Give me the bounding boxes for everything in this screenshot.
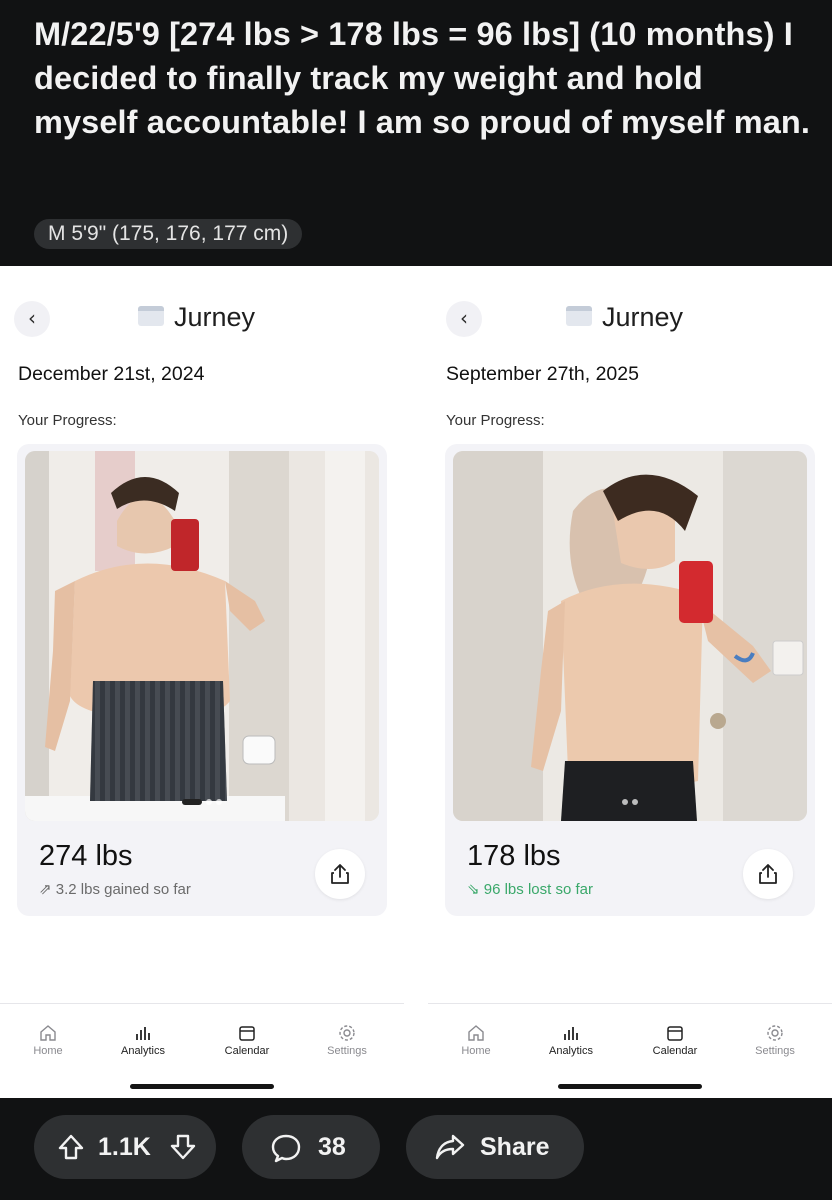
entry-date: September 27th, 2025	[446, 363, 639, 385]
progress-label: Your Progress:	[18, 412, 117, 429]
tab-bar: Home Analytics Calendar Settings	[0, 1024, 404, 1064]
share-icon	[331, 864, 349, 884]
weight-change-text: 96 lbs lost so far	[483, 881, 593, 898]
gear-icon	[767, 1025, 783, 1041]
carousel-dots[interactable]	[453, 793, 807, 811]
tab-label: Analytics	[120, 1045, 166, 1057]
tab-analytics[interactable]: Analytics	[103, 1024, 183, 1057]
share-progress-button[interactable]	[315, 849, 365, 899]
app-logo-icon	[566, 306, 592, 326]
share-button[interactable]: Share	[406, 1115, 584, 1179]
gear-icon	[339, 1025, 355, 1041]
share-label: Share	[480, 1133, 550, 1161]
tab-calendar[interactable]: Calendar	[635, 1024, 715, 1057]
tab-bar-divider	[428, 1003, 832, 1004]
downvote-icon[interactable]	[168, 1132, 198, 1162]
back-button[interactable]: ‹	[446, 301, 482, 337]
entry-date: December 21st, 2024	[18, 363, 205, 385]
post-title: M/22/5'9 [274 lbs > 178 lbs = 96 lbs] (1…	[34, 16, 810, 140]
progress-card: 274 lbs ⇗ 3.2 lbs gained so far	[17, 444, 387, 916]
analytics-icon	[564, 1027, 578, 1040]
share-icon	[759, 864, 777, 884]
weight-change: ⇘ 96 lbs lost so far	[467, 880, 593, 898]
home-icon	[40, 1025, 56, 1041]
tab-analytics[interactable]: Analytics	[531, 1024, 611, 1057]
screenshot-after: ‹ Jurney September 27th, 2025 Your Progr…	[428, 266, 832, 1098]
weight-change-text: 3.2 lbs gained so far	[55, 881, 191, 898]
share-progress-button[interactable]	[743, 849, 793, 899]
calendar-icon	[239, 1026, 255, 1041]
tab-label: Settings	[327, 1045, 367, 1057]
progress-photo[interactable]	[25, 451, 379, 821]
post-flair[interactable]: M 5'9" (175, 176, 177 cm)	[34, 219, 303, 249]
tab-settings[interactable]: Settings	[307, 1024, 387, 1057]
home-icon	[468, 1025, 484, 1041]
comment-count: 38	[318, 1133, 346, 1161]
progress-screenshots: ‹ Jurney December 21st, 2024 Your Progre…	[0, 266, 832, 1098]
tab-bar: Home Analytics Calendar Settings	[428, 1024, 832, 1064]
progress-photo[interactable]	[453, 451, 807, 821]
comments-button[interactable]: 38	[242, 1115, 380, 1179]
progress-label: Your Progress:	[446, 412, 545, 429]
app-name: Jurney	[174, 302, 256, 332]
home-indicator	[130, 1084, 274, 1089]
tab-label: Home	[461, 1045, 491, 1057]
tab-home[interactable]: Home	[436, 1024, 516, 1057]
home-indicator	[558, 1084, 702, 1089]
vote-pill: 1.1K	[34, 1115, 216, 1179]
vote-count: 1.1K	[98, 1133, 151, 1161]
tab-label: Calendar	[652, 1045, 698, 1057]
post-action-bar: 1.1K 38 Share	[0, 1098, 832, 1200]
tab-bar-divider	[0, 1003, 404, 1004]
carousel-dots[interactable]	[25, 793, 379, 811]
tab-calendar[interactable]: Calendar	[207, 1024, 287, 1057]
tab-settings[interactable]: Settings	[735, 1024, 815, 1057]
tab-label: Home	[33, 1045, 63, 1057]
analytics-icon	[136, 1027, 150, 1040]
after-photo-image	[453, 451, 807, 821]
tab-label: Analytics	[548, 1045, 594, 1057]
screenshot-before: ‹ Jurney December 21st, 2024 Your Progre…	[0, 266, 416, 1098]
back-button[interactable]: ‹	[14, 301, 50, 337]
tab-label: Settings	[755, 1045, 795, 1057]
app-name: Jurney	[602, 302, 684, 332]
before-photo-image	[25, 451, 379, 821]
weight-change: ⇗ 3.2 lbs gained so far	[39, 880, 191, 898]
tab-home[interactable]: Home	[8, 1024, 88, 1057]
comment-icon	[271, 1134, 301, 1163]
weight-value: 178 lbs	[467, 840, 561, 872]
share-arrow-icon	[435, 1134, 465, 1160]
weight-value: 274 lbs	[39, 840, 133, 872]
progress-card: 178 lbs ⇘ 96 lbs lost so far	[445, 444, 815, 916]
post-header: M/22/5'9 [274 lbs > 178 lbs = 96 lbs] (1…	[0, 0, 832, 266]
app-logo-icon	[138, 306, 164, 326]
tab-label: Calendar	[224, 1045, 270, 1057]
calendar-icon	[667, 1026, 683, 1041]
trend-down-icon: ⇘	[467, 881, 480, 898]
upvote-icon[interactable]	[56, 1132, 86, 1162]
trend-up-icon: ⇗	[39, 881, 52, 898]
